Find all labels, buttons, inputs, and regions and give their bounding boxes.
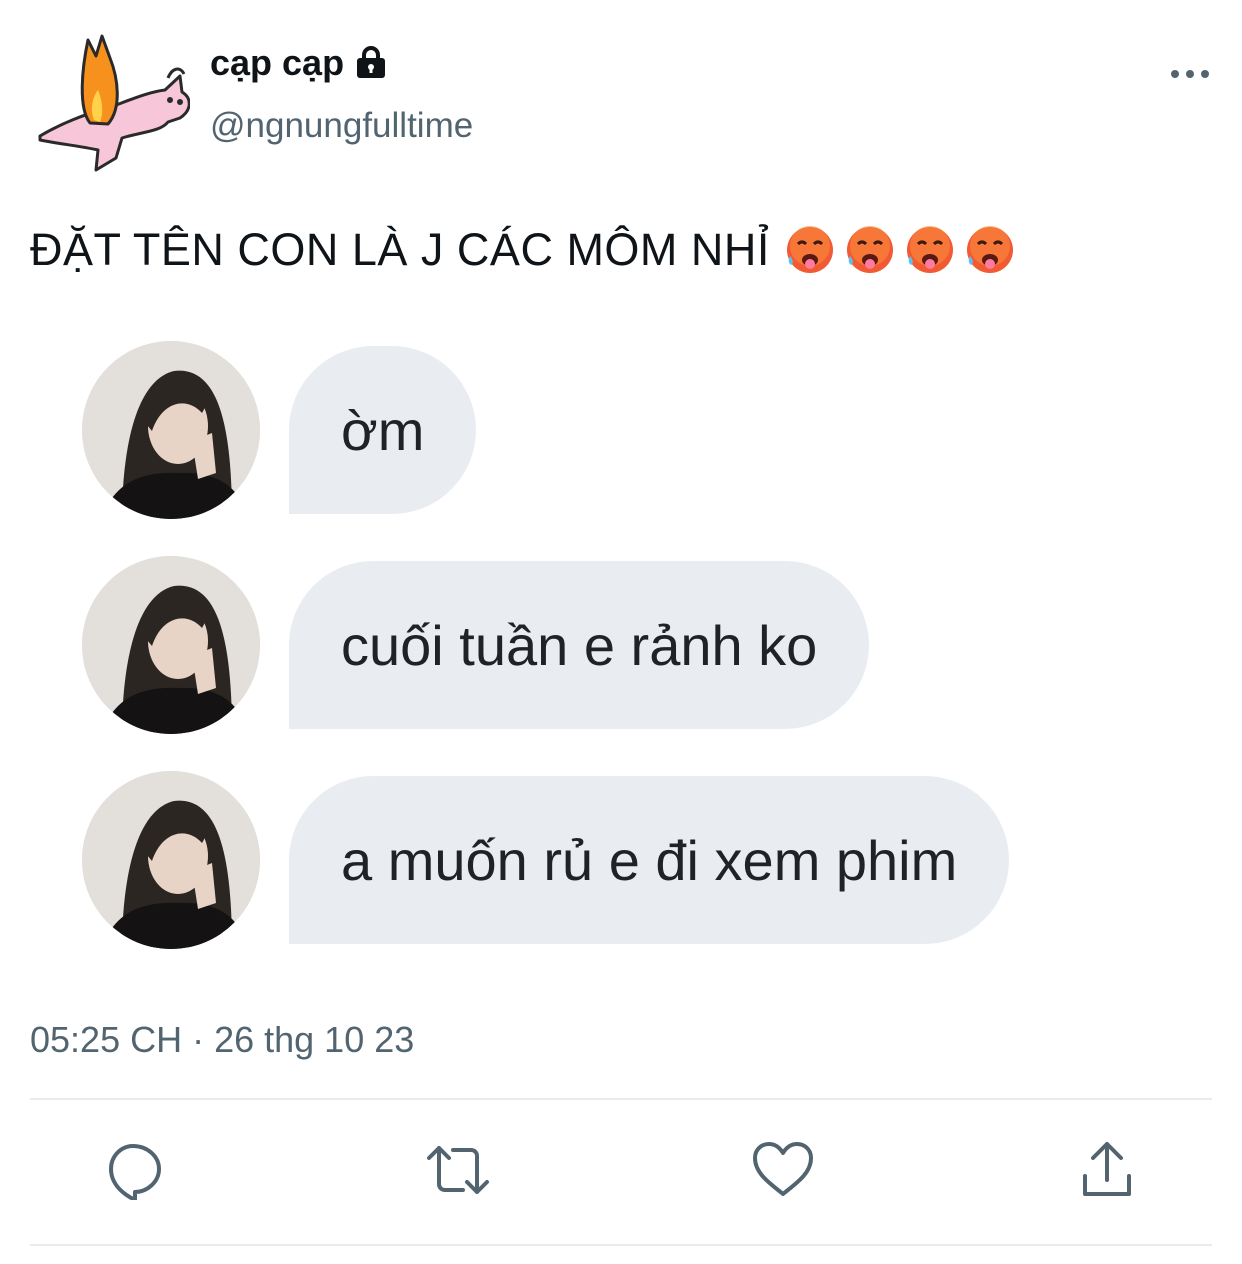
person-photo-icon xyxy=(82,341,260,519)
share-icon xyxy=(1083,1142,1131,1196)
retweet-button[interactable] xyxy=(423,1135,493,1205)
chat-avatar xyxy=(82,771,260,949)
more-options-button[interactable] xyxy=(1166,58,1214,90)
hot-face-emoji xyxy=(846,226,893,273)
share-button[interactable] xyxy=(1072,1135,1142,1205)
chat-avatar xyxy=(82,556,260,734)
user-avatar[interactable] xyxy=(30,28,191,178)
display-name[interactable]: cạp cạp xyxy=(210,38,388,88)
chat-bubble-text: a muốn rủ e đi xem phim xyxy=(341,828,958,892)
emoji-group xyxy=(784,224,1016,276)
pink-rabbit-flame-icon xyxy=(38,34,191,172)
ellipsis-icon xyxy=(1171,70,1209,78)
tweet-text: ĐẶT TÊN CON LÀ J CÁC MÔM NHỈ xyxy=(30,218,1016,282)
tweet-text-content: ĐẶT TÊN CON LÀ J CÁC MÔM NHỈ xyxy=(30,224,770,275)
chat-bubble-text: ờm xyxy=(341,398,425,462)
chat-bubble: ờm xyxy=(289,346,477,514)
chat-bubble: a muốn rủ e đi xem phim xyxy=(289,776,1010,944)
user-handle[interactable]: @ngnungfulltime xyxy=(210,102,473,150)
lock-icon xyxy=(354,46,388,80)
reply-icon xyxy=(109,1144,161,1200)
display-name-text: cạp cạp xyxy=(210,42,345,83)
person-photo-icon xyxy=(82,771,260,949)
action-bar xyxy=(0,1135,1242,1205)
person-photo-icon xyxy=(82,556,260,734)
hot-face-emoji xyxy=(906,226,953,273)
hot-face-emoji xyxy=(966,226,1013,273)
divider xyxy=(30,1098,1212,1100)
chat-avatar xyxy=(82,341,260,519)
reply-button[interactable] xyxy=(100,1135,170,1205)
like-button[interactable] xyxy=(748,1135,818,1205)
chat-bubble-text: cuối tuần e rảnh ko xyxy=(341,613,818,677)
retweet-icon xyxy=(427,1146,489,1194)
tweet-timestamp[interactable]: 05:25 CH · 26 thg 10 23 xyxy=(30,1014,414,1066)
hot-face-emoji xyxy=(786,226,833,273)
heart-icon xyxy=(753,1142,813,1196)
divider xyxy=(30,1244,1212,1246)
chat-bubble: cuối tuần e rảnh ko xyxy=(289,561,870,729)
